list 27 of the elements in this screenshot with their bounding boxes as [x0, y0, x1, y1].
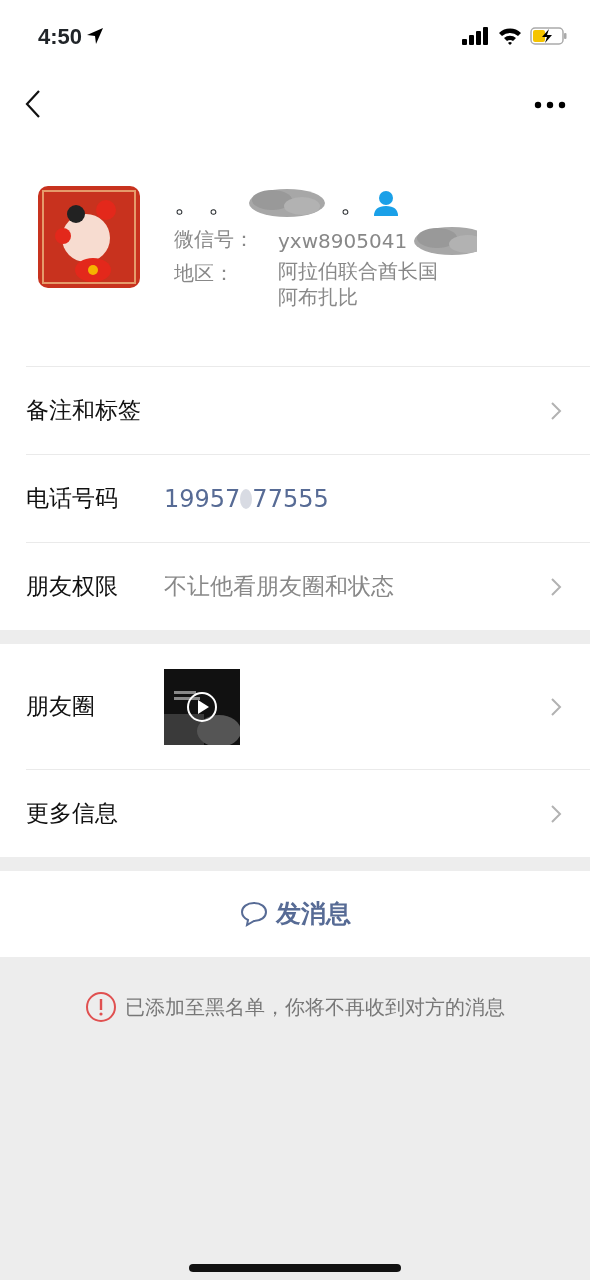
field-label: 微信号：: [174, 226, 255, 253]
redaction-smudge: [240, 486, 253, 511]
chat-bubble-icon[interactable]: [239, 901, 268, 927]
phone-number[interactable]: 77555: [252, 480, 329, 517]
more-icon[interactable]: [534, 100, 566, 109]
contact-name: 。: [340, 190, 367, 216]
field-label: 地区：: [174, 260, 235, 287]
signal-icon: [462, 27, 490, 45]
wifi-icon: [498, 27, 522, 45]
send-message-button[interactable]: 发消息: [0, 871, 590, 957]
row-label: 备注和标签: [26, 396, 142, 426]
back-button[interactable]: [24, 89, 42, 119]
notice-text: 已添加至黑名单，你将不再收到对方的消息: [125, 994, 505, 1021]
person-icon: [374, 190, 399, 216]
battery-charging-icon: [530, 27, 568, 45]
field-value: yxw8905041: [278, 228, 408, 254]
row-label: 朋友权限: [26, 572, 119, 602]
location-arrow-icon: [86, 27, 105, 45]
field-value: 阿拉伯联合酋长国阿布扎比: [278, 258, 439, 310]
row-label: 更多信息: [26, 799, 119, 829]
row-label: 电话号码: [26, 484, 119, 514]
row-label: 朋友圈: [26, 692, 96, 722]
phone-number[interactable]: 19957: [164, 480, 241, 517]
warning-icon: [85, 991, 117, 1023]
status-time: 4:50: [38, 22, 83, 51]
contact-name: 。 。: [174, 190, 235, 216]
row-value: 不让他看朋友圈和状态: [164, 572, 394, 602]
